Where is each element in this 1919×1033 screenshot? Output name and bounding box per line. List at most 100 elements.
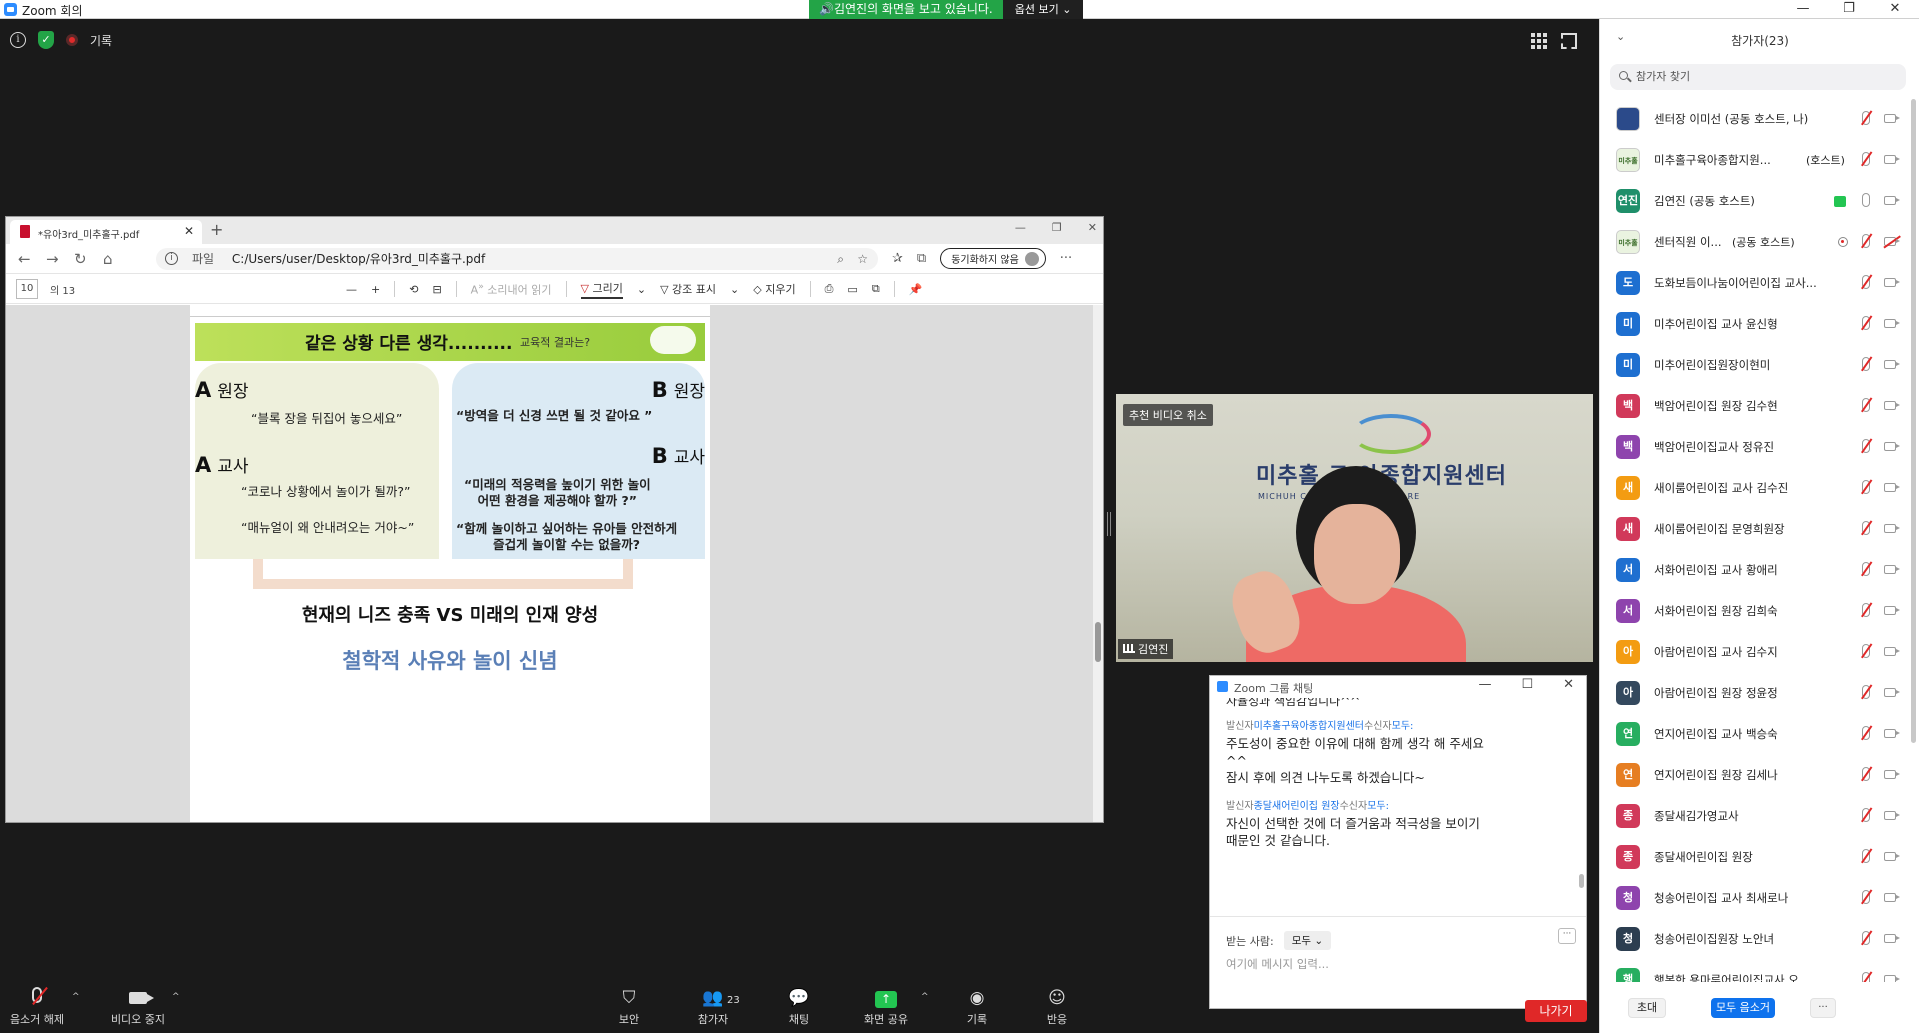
mic-muted-icon[interactable] bbox=[1862, 931, 1870, 945]
more-options-button[interactable]: ... bbox=[1810, 998, 1836, 1018]
participant-row[interactable]: 새 새이룸어린이집 문영희원장 bbox=[1600, 509, 1910, 550]
mic-muted-icon[interactable] bbox=[1862, 357, 1870, 371]
browser-minimize-icon[interactable]: — bbox=[1015, 221, 1026, 234]
collections-icon[interactable]: ⧉ bbox=[917, 251, 926, 266]
browser-menu-icon[interactable]: ··· bbox=[1060, 251, 1072, 266]
reactions-button[interactable]: ☺ 반응 bbox=[1040, 986, 1074, 1027]
participant-row[interactable]: 아 아람어린이집 원장 정윤정 bbox=[1600, 673, 1910, 714]
participant-row[interactable]: 행 행복한 용마루어린이집교사 오... bbox=[1600, 960, 1910, 982]
share-screen-button[interactable]: ↑ 화면 공유 bbox=[858, 986, 914, 1027]
video-icon[interactable] bbox=[1884, 114, 1900, 123]
participant-search-input[interactable]: 참가자 찾기 bbox=[1610, 64, 1906, 90]
video-icon[interactable] bbox=[1884, 975, 1900, 982]
mic-muted-icon[interactable] bbox=[1862, 480, 1870, 494]
forward-icon[interactable]: → bbox=[46, 250, 59, 268]
gallery-view-icon[interactable] bbox=[1531, 33, 1547, 49]
chat-scrollbar[interactable] bbox=[1578, 698, 1584, 906]
security-button[interactable]: ⛉ 보안 bbox=[612, 986, 646, 1027]
participant-row[interactable]: 종 종달새어린이집 원장 bbox=[1600, 837, 1910, 878]
draw-options-chevron-icon[interactable]: ⌄ bbox=[637, 283, 646, 296]
read-aloud-button[interactable]: A» 소리내어 읽기 bbox=[471, 281, 552, 298]
record-button[interactable]: ◉ 기록 bbox=[962, 986, 992, 1027]
participant-row[interactable]: 청 청송어린이집원장 노안녀 bbox=[1600, 919, 1910, 960]
mic-muted-icon[interactable] bbox=[1862, 972, 1870, 982]
erase-button[interactable]: ◇ 지우기 bbox=[753, 281, 795, 297]
chat-message-input[interactable]: 여기에 메시지 입력... bbox=[1226, 956, 1329, 972]
mic-muted-icon[interactable] bbox=[1862, 890, 1870, 904]
participant-row[interactable]: 연진 김연진 (공동 호스트) bbox=[1600, 181, 1910, 222]
video-icon[interactable] bbox=[1884, 155, 1900, 164]
video-icon[interactable] bbox=[1884, 770, 1900, 779]
video-icon[interactable] bbox=[1884, 893, 1900, 902]
zoom-icon[interactable]: ⌕ bbox=[837, 248, 844, 270]
url-field[interactable]: i 파일 C:/Users/user/Desktop/유아3rd_미추홀구.pd… bbox=[156, 248, 878, 270]
participant-row[interactable]: 백 백암어린이집 원장 김수현 bbox=[1600, 386, 1910, 427]
maximize-button[interactable]: ❐ bbox=[1826, 0, 1872, 19]
stop-video-button[interactable]: 비디오 중지 bbox=[106, 986, 170, 1027]
mic-muted-icon[interactable] bbox=[1862, 111, 1870, 125]
video-icon[interactable] bbox=[1884, 360, 1900, 369]
chat-minimize-icon[interactable]: — bbox=[1478, 677, 1491, 692]
mic-muted-icon[interactable] bbox=[1862, 603, 1870, 617]
sync-profile-button[interactable]: 동기화하지 않음 bbox=[940, 248, 1046, 269]
info-icon[interactable]: i bbox=[10, 32, 26, 48]
video-icon[interactable] bbox=[1884, 647, 1900, 656]
new-tab-button[interactable]: + bbox=[210, 220, 223, 239]
video-icon[interactable] bbox=[1884, 852, 1900, 861]
video-icon[interactable] bbox=[1884, 524, 1900, 533]
participant-row[interactable]: 연 연지어린이집 교사 백승숙 bbox=[1600, 714, 1910, 755]
participant-row[interactable]: 센터장 이미선 (공동 호스트, 나) bbox=[1600, 99, 1910, 140]
audio-options-chevron-icon[interactable]: ^ bbox=[72, 992, 80, 1002]
mic-icon[interactable] bbox=[1862, 193, 1870, 207]
participant-row[interactable]: 종 종달새김가영교사 bbox=[1600, 796, 1910, 837]
browser-restore-icon[interactable]: ❐ bbox=[1052, 221, 1062, 234]
participants-scrollbar[interactable] bbox=[1910, 99, 1918, 982]
video-icon[interactable] bbox=[1884, 442, 1900, 451]
video-icon[interactable] bbox=[1884, 278, 1900, 287]
tab-close-icon[interactable]: ✕ bbox=[184, 224, 194, 238]
video-icon[interactable] bbox=[1884, 565, 1900, 574]
mic-muted-icon[interactable] bbox=[1862, 439, 1870, 453]
view-options-button[interactable]: 옵션 보기 ⌄ bbox=[1002, 0, 1084, 19]
chat-button[interactable]: 💬 채팅 bbox=[784, 986, 814, 1027]
browser-close-icon[interactable]: ✕ bbox=[1088, 221, 1097, 234]
participant-row[interactable]: 아 아람어린이집 교사 김수지 bbox=[1600, 632, 1910, 673]
recipient-select[interactable]: 모두 ⌄ bbox=[1283, 931, 1332, 950]
video-icon[interactable] bbox=[1884, 483, 1900, 492]
zoom-in-icon[interactable]: + bbox=[371, 283, 380, 296]
mic-muted-icon[interactable] bbox=[1862, 152, 1870, 166]
participant-row[interactable]: 청 청송어린이집 교사 최새로나 bbox=[1600, 878, 1910, 919]
mic-muted-icon[interactable] bbox=[1862, 398, 1870, 412]
fit-page-icon[interactable]: ⊟ bbox=[432, 283, 441, 296]
highlight-options-chevron-icon[interactable]: ⌄ bbox=[730, 283, 739, 296]
participant-row[interactable]: 백 백암어린이집교사 정유진 bbox=[1600, 427, 1910, 468]
rotate-icon[interactable]: ⟲ bbox=[409, 283, 418, 296]
reload-icon[interactable]: ↻ bbox=[74, 250, 87, 268]
mic-muted-icon[interactable] bbox=[1862, 644, 1870, 658]
site-info-icon[interactable]: i bbox=[165, 252, 178, 265]
video-icon[interactable] bbox=[1884, 401, 1900, 410]
chat-more-icon[interactable]: ··· bbox=[1558, 928, 1576, 944]
participant-row[interactable]: 미추홀 미추홀구육아종합지원... (호스트) bbox=[1600, 140, 1910, 181]
participant-row[interactable]: 연 연지어린이집 원장 김세나 bbox=[1600, 755, 1910, 796]
zoom-out-icon[interactable]: — bbox=[346, 283, 357, 296]
encryption-shield-icon[interactable]: ✓ bbox=[38, 31, 54, 49]
video-icon[interactable] bbox=[1884, 811, 1900, 820]
mic-muted-icon[interactable] bbox=[1862, 767, 1870, 781]
participant-row[interactable]: 미추홀 센터직원 이... (공동 호스트) bbox=[1600, 222, 1910, 263]
draw-button[interactable]: ▽ 그리기 bbox=[580, 280, 623, 299]
mute-all-button[interactable]: 모두 음소거 bbox=[1711, 998, 1775, 1018]
browser-tab[interactable]: *유아3rd_미추홀구.pdf ✕ bbox=[10, 220, 202, 244]
mic-muted-icon[interactable] bbox=[1862, 849, 1870, 863]
fullscreen-icon[interactable] bbox=[1561, 33, 1577, 49]
chat-maximize-icon[interactable]: ☐ bbox=[1521, 677, 1533, 692]
video-icon[interactable] bbox=[1884, 319, 1900, 328]
participants-button[interactable]: 👥 23 참가자 bbox=[693, 986, 740, 1027]
participant-row[interactable]: 도 도화보듬이나눔이어린이집 교사... bbox=[1600, 263, 1910, 304]
participant-row[interactable]: 미 미추어린이집 교사 윤신형 bbox=[1600, 304, 1910, 345]
unpin-video-button[interactable]: 추천 비디오 취소 bbox=[1123, 404, 1213, 426]
pin-toolbar-icon[interactable]: 📌 bbox=[909, 283, 923, 296]
invite-button[interactable]: 초대 bbox=[1628, 998, 1666, 1018]
print-icon[interactable]: ⎙ bbox=[825, 282, 834, 296]
share-options-chevron-icon[interactable]: ^ bbox=[921, 992, 929, 1002]
